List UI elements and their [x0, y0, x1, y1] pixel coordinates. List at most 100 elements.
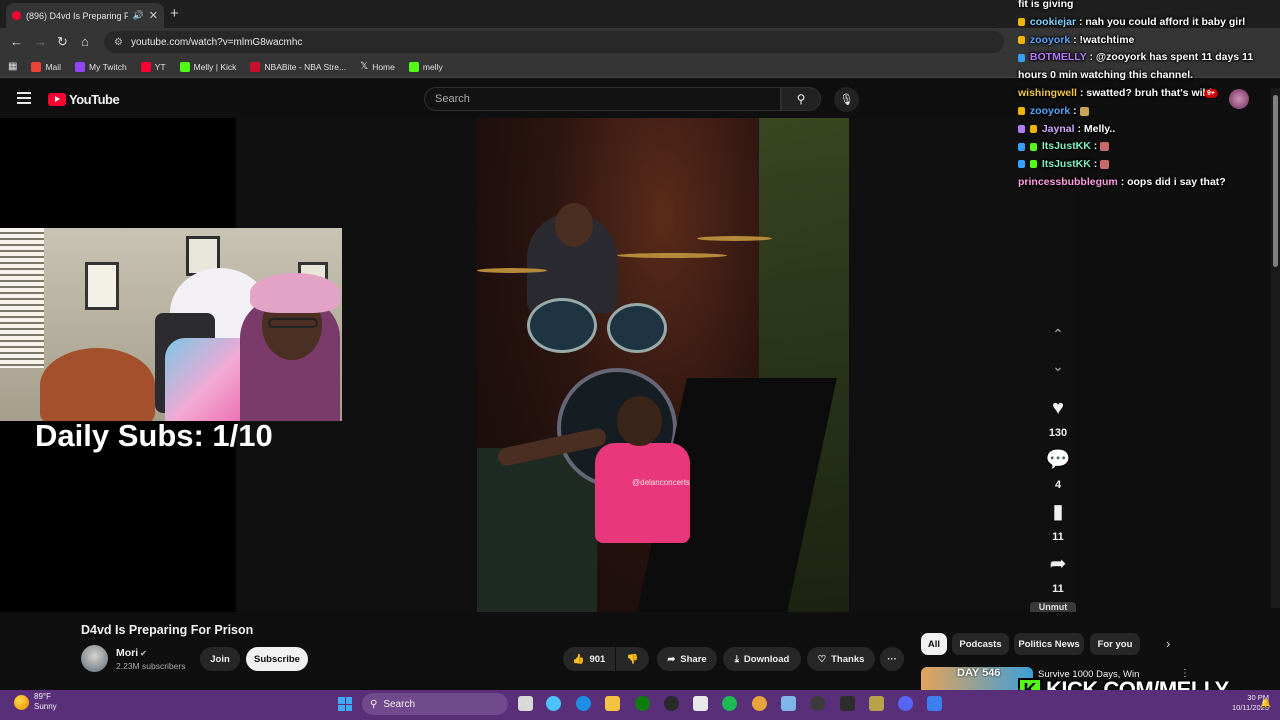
spotify-icon[interactable] — [722, 696, 737, 711]
search-button[interactable]: ⚲ — [781, 87, 821, 111]
subscribe-button[interactable]: Subscribe — [246, 647, 308, 671]
app-icon[interactable] — [927, 696, 942, 711]
scrollbar-thumb[interactable] — [1273, 95, 1278, 267]
copilot-icon[interactable] — [546, 696, 561, 711]
chat-text: : swatted? bruh that's wild — [1079, 86, 1212, 99]
chip-all[interactable]: All — [921, 633, 947, 655]
temperature: 89°F — [34, 692, 51, 701]
chip-politics-news[interactable]: Politics News — [1014, 633, 1084, 655]
save-bookmark-icon[interactable]: ▮ — [1040, 500, 1076, 524]
share-label: Share — [680, 653, 707, 665]
chat-badge-icon — [1029, 124, 1037, 133]
photos-icon[interactable] — [781, 696, 796, 711]
address-bar[interactable]: ⚙ youtube.com/watch?v=mlmG8wacmhc — [104, 31, 1004, 53]
back-icon[interactable]: ← — [10, 34, 23, 49]
join-button[interactable]: Join — [200, 647, 240, 671]
home-icon[interactable]: ⌂ — [81, 34, 89, 49]
bookmark-nbabite[interactable]: NBABite - NBA Stre... — [250, 61, 346, 72]
obs-icon[interactable] — [840, 696, 855, 711]
comment-icon[interactable]: 💬 — [1040, 448, 1076, 472]
search-icon: ⚲ — [796, 92, 806, 106]
nba-icon — [250, 61, 261, 72]
bookmark-yt[interactable]: YT — [140, 61, 166, 72]
chat-badge-icon — [1018, 124, 1025, 133]
bookmark-melly-kick[interactable]: Melly | Kick — [179, 61, 236, 72]
unmute-button[interactable]: Unmut — [1030, 602, 1076, 612]
next-short-icon[interactable]: ⌄ — [1040, 358, 1076, 396]
chrome-icon[interactable] — [752, 696, 767, 711]
reload-icon[interactable]: ↻ — [57, 34, 68, 50]
notification-badge[interactable]: 9+ — [1204, 89, 1218, 98]
chat-badge-icon — [1018, 142, 1025, 151]
chat-username: BOTMELLY — [1029, 51, 1087, 64]
account-avatar[interactable] — [1229, 89, 1249, 109]
notification-bell-icon[interactable]: 🔔 — [1260, 698, 1271, 709]
kick-icon — [408, 61, 419, 72]
like-button[interactable]: 👍 901 — [563, 647, 615, 671]
chat-message: Jaynal : Melly.. — [1012, 121, 1280, 139]
like-heart-icon[interactable]: ♥ — [1040, 396, 1076, 420]
hamburger-menu-icon[interactable] — [17, 92, 31, 107]
weather-widget[interactable]: 89°F Sunny — [14, 692, 57, 712]
thanks-button[interactable]: ♡ Thanks — [807, 647, 875, 671]
chat-badge-icon — [1029, 142, 1037, 151]
site-info-icon[interactable]: ⚙ — [114, 37, 123, 48]
windows-start-icon[interactable] — [338, 697, 352, 711]
bookmark-label: melly — [422, 61, 443, 72]
webcam-overlay — [0, 228, 342, 421]
bookmark-home[interactable]: 𝕏 Home — [360, 61, 395, 72]
chat-username: zooyork — [1029, 104, 1071, 117]
microsoft-store-icon[interactable] — [693, 696, 708, 711]
thumbnail-label: DAY 546 — [957, 667, 1001, 679]
bookmark-melly[interactable]: melly — [408, 61, 443, 72]
youtube-logo[interactable]: YouTube — [48, 92, 120, 107]
share-arrow-icon[interactable]: ➦ — [1040, 552, 1076, 576]
search-input[interactable]: Search — [424, 87, 781, 111]
search-icon: ⚲ — [370, 698, 378, 710]
chat-badge-icon — [1018, 160, 1025, 169]
download-label: Download — [743, 653, 790, 665]
bookmark-label: Home — [372, 61, 395, 72]
edge-icon[interactable] — [576, 696, 591, 711]
download-button[interactable]: ⤓ Download — [723, 647, 801, 671]
chat-emote-icon — [1079, 106, 1089, 116]
thumbs-down-icon: 👎 — [626, 653, 639, 665]
thanks-icon: ♡ — [817, 653, 827, 665]
tom-drum — [607, 303, 667, 353]
apps-grid-icon[interactable]: ▦ — [8, 61, 17, 72]
chat-emote-icon — [1100, 142, 1110, 152]
forward-icon[interactable]: → — [34, 34, 47, 49]
recommendation-thumbnail[interactable]: DAY 546 — [921, 667, 1033, 690]
app-icon[interactable] — [869, 696, 884, 711]
more-actions-button[interactable]: ··· — [880, 647, 904, 671]
chat-message: zooyork : !watchtime — [1012, 32, 1280, 50]
video-player[interactable]: @delanconcerts — [477, 118, 849, 612]
channel-name-row[interactable]: Mori ✔ — [116, 647, 147, 659]
xbox-icon[interactable] — [635, 696, 650, 711]
browser-tab[interactable]: (896) D4vd Is Preparing For 🔊 ✕ — [6, 3, 164, 28]
bookmark-twitch[interactable]: My Twitch — [75, 61, 127, 72]
media-player-icon[interactable] — [810, 696, 825, 711]
bookmark-label: My Twitch — [89, 61, 127, 72]
new-tab-button[interactable]: + — [170, 5, 179, 22]
chat-text: : — [1093, 140, 1098, 153]
bookmark-mail[interactable]: Mail — [31, 61, 61, 72]
chips-next-icon[interactable]: › — [1166, 636, 1170, 651]
task-view-icon[interactable] — [518, 696, 533, 711]
chip-podcasts[interactable]: Podcasts — [952, 633, 1009, 655]
steam-icon[interactable] — [664, 696, 679, 711]
video-title: D4vd Is Preparing For Prison — [81, 623, 254, 637]
share-button[interactable]: ➦ Share — [657, 647, 717, 671]
discord-icon[interactable] — [898, 696, 913, 711]
dislike-button[interactable]: 👎 — [616, 647, 649, 671]
chip-for-you[interactable]: For you — [1090, 633, 1140, 655]
close-tab-icon[interactable]: ✕ — [149, 9, 158, 22]
previous-short-icon[interactable]: ⌃ — [1040, 326, 1076, 358]
cymbal — [697, 236, 772, 241]
voice-search-button[interactable]: 🎙 — [834, 87, 859, 112]
taskbar-search[interactable]: ⚲ Search — [362, 693, 508, 715]
speaker-icon[interactable]: 🔊 — [133, 10, 144, 21]
file-explorer-icon[interactable] — [605, 696, 620, 711]
mail-icon — [31, 61, 42, 72]
channel-avatar[interactable] — [81, 645, 108, 672]
